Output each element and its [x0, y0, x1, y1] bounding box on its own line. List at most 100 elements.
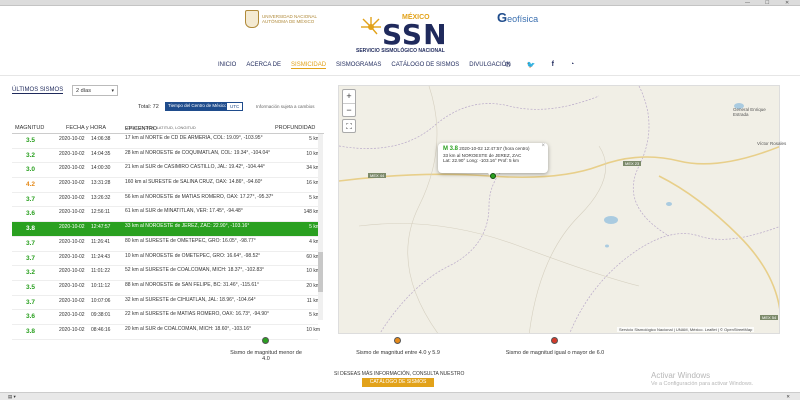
town-label: General Enrique Estrada: [733, 107, 766, 117]
nav-catalogo[interactable]: CATÁLOGO DE SISMOS: [391, 62, 459, 69]
fullscreen-button[interactable]: ⛶: [342, 119, 356, 133]
unam-logo[interactable]: [245, 10, 259, 28]
table-row[interactable]: 4.2 2020-10-02 13:31:28 160 km al SURESTE d…: [12, 178, 320, 193]
social-icons: ✆ 🐦 f ◔: [505, 61, 574, 69]
popup-close-icon[interactable]: ×: [541, 143, 545, 150]
legend-mid: Sismo de magnitud entre 4.0 y 5.9: [356, 350, 440, 356]
legend-red-dot-icon: [551, 337, 558, 344]
header-epicentro[interactable]: EPICENTRO LOCALIZACIÓN, LATITUD, LONGITU…: [125, 125, 196, 132]
geofisica-text: eofísica: [507, 14, 539, 24]
info-note: Información sujeta a cambios: [256, 104, 315, 109]
row-date: 2020-10-02: [59, 268, 85, 275]
row-depth: 5 km: [309, 136, 320, 142]
row-date: 2020-10-02: [59, 326, 85, 333]
row-time: 08:46:16: [91, 326, 111, 333]
table-row[interactable]: 3.6 2020-10-02 12:56:11 61 km al SUR de MIN…: [12, 207, 320, 223]
download-bar: ▤ ▾ ✕: [0, 392, 800, 400]
row-depth: 10 km: [306, 326, 320, 333]
nav-inicio[interactable]: INICIO: [218, 62, 236, 69]
rss-icon[interactable]: ◔: [570, 61, 574, 69]
row-depth: 148 km: [303, 209, 320, 216]
row-depth: 5 km: [309, 312, 320, 319]
header-fecha[interactable]: FECHA y HORA: [66, 125, 106, 131]
toggle-central-time[interactable]: Tiempo del Centro de México: [165, 102, 230, 111]
row-magnitude: 3.2: [26, 269, 36, 277]
table-row[interactable]: 3.8 2020-10-02 08:46:16 20 km al SUR de COA…: [12, 325, 320, 340]
ultimos-sismos-title[interactable]: ÚLTIMOS SISMOS: [12, 87, 64, 94]
row-magnitude: 3.0: [26, 166, 36, 174]
ssn-subtitle: SERVICIO SISMOLÓGICO NACIONAL: [356, 48, 445, 54]
nav-sismicidad[interactable]: SISMICIDAD: [291, 62, 327, 69]
row-time: 11:01:22: [91, 268, 111, 275]
row-depth: 20 km: [306, 282, 320, 289]
row-date: 2020-10-02: [59, 194, 85, 201]
table-row[interactable]: 3.6 2020-10-02 09:38:01 22 km al SURESTE de…: [12, 310, 320, 325]
table-scroll-thumb[interactable]: [318, 252, 323, 292]
row-magnitude: 3.7: [26, 195, 36, 203]
table-row[interactable]: 3.2 2020-10-02 14:04:35 28 km al NOROESTE d…: [12, 149, 320, 164]
row-epicenter: 61 km al SUR de MINATITLAN, VER: 17.45°,…: [125, 208, 243, 215]
row-time: 14:04:35: [91, 150, 111, 157]
row-magnitude: 3.6: [26, 313, 36, 321]
row-epicenter: 32 km al SURESTE de CIHUATLAN, JAL: 18.9…: [125, 296, 256, 303]
row-depth: 5 km: [309, 194, 320, 201]
header-magnitud[interactable]: MAGNITUD: [15, 125, 44, 131]
table-row[interactable]: 3.5 2020-10-02 10:11:12 88 km al NOROESTE d…: [12, 281, 320, 296]
nav-sismogramas[interactable]: SISMOGRAMAS: [336, 62, 381, 69]
row-epicenter: 52 km al SURESTE de COALCOMAN, MICH: 18.…: [125, 267, 265, 274]
windows-activate-sub: Ve a Configuración para activar Windows.: [651, 381, 754, 387]
geofisica-logo[interactable]: Geofísica: [497, 10, 538, 25]
table-row[interactable]: 3.7 2020-10-02 11:26:41 80 km al SURESTE de…: [12, 237, 320, 252]
close-bar-icon[interactable]: ✕: [786, 394, 790, 400]
row-depth: 11 km: [306, 297, 320, 304]
row-depth: 5 km: [309, 224, 320, 231]
table-row[interactable]: 3.7 2020-10-02 13:26:32 56 km al NOROESTE d…: [12, 193, 320, 208]
table-row[interactable]: 3.7 2020-10-02 11:24:43 10 km al NOROESTE d…: [12, 252, 320, 267]
download-item[interactable]: ▤ ▾: [8, 394, 16, 400]
table-scrollbar[interactable]: [318, 134, 323, 320]
map[interactable]: [338, 85, 780, 334]
browser-top-bar: [0, 0, 800, 6]
row-time: 11:24:43: [91, 253, 111, 260]
earthquake-marker-icon[interactable]: [490, 173, 496, 179]
facebook-icon[interactable]: f: [552, 61, 554, 69]
toggle-utc[interactable]: UTC: [226, 102, 244, 111]
phone-icon[interactable]: ✆: [505, 61, 511, 69]
legend-green-dot-icon: [262, 337, 269, 344]
road-label-mex54: MEX 54: [760, 315, 779, 320]
ssn-logo-text[interactable]: SSN: [382, 18, 448, 51]
row-date: 2020-10-02: [59, 224, 85, 231]
header-profundidad[interactable]: PROFUNDIDAD: [275, 125, 315, 131]
popup-coords: Lat: 22.90° Long: -103.16° Prof: 5 km: [443, 158, 519, 164]
row-date: 2020-10-02: [59, 136, 85, 142]
zoom-out-button[interactable]: −: [343, 103, 355, 116]
row-depth: 10 km: [306, 150, 320, 157]
row-epicenter: 17 km al NORTE de CD DE ARMERIA, COL: 19…: [125, 135, 263, 141]
popup-time: 2020-10-02 12:47:57 (hora centro): [459, 146, 530, 151]
table-row[interactable]: 3.7 2020-10-02 10:07:06 32 km al SURESTE de…: [12, 296, 320, 311]
row-magnitude: 3.8: [26, 225, 36, 233]
table-row[interactable]: 3.2 2020-10-02 11:01:22 52 km al SURESTE de…: [12, 266, 320, 281]
town-label: Víctor Rosales: [757, 141, 787, 146]
maximize-icon[interactable]: ☐: [765, 0, 769, 6]
twitter-icon[interactable]: 🐦: [527, 61, 536, 69]
table-row[interactable]: 3.8 2020-10-02 12:47:57 33 km al NOROESTE d…: [12, 222, 320, 237]
table-row[interactable]: 3.0 2020-10-02 14:00:30 21 km al SUR de CAS…: [12, 163, 320, 179]
catalog-button[interactable]: CATÁLOGO DE SISMOS: [362, 378, 434, 387]
row-date: 2020-10-02: [59, 282, 85, 289]
geofisica-g-letter: G: [497, 10, 508, 25]
row-magnitude: 3.7: [26, 239, 36, 247]
row-epicenter: 80 km al SURESTE de OMETEPEC, GRO: 16.05…: [125, 237, 256, 244]
table-row[interactable]: 3.5 2020-10-02 14:06:38 17 km al NORTE de C…: [12, 134, 320, 149]
row-depth: 4 km: [309, 238, 320, 245]
nav-acerca[interactable]: ACERCA DE: [246, 62, 281, 69]
row-date: 2020-10-02: [59, 150, 85, 157]
row-date: 2020-10-02: [59, 253, 85, 260]
minimize-icon[interactable]: —: [745, 0, 750, 6]
zoom-in-button[interactable]: +: [343, 90, 355, 103]
days-select[interactable]: 2 días ▾: [72, 85, 118, 96]
close-window-icon[interactable]: ✕: [785, 0, 789, 6]
row-time: 14:00:30: [91, 165, 111, 172]
row-time: 13:31:28: [91, 180, 111, 187]
road-label-mex44: MEX 44: [368, 173, 387, 178]
